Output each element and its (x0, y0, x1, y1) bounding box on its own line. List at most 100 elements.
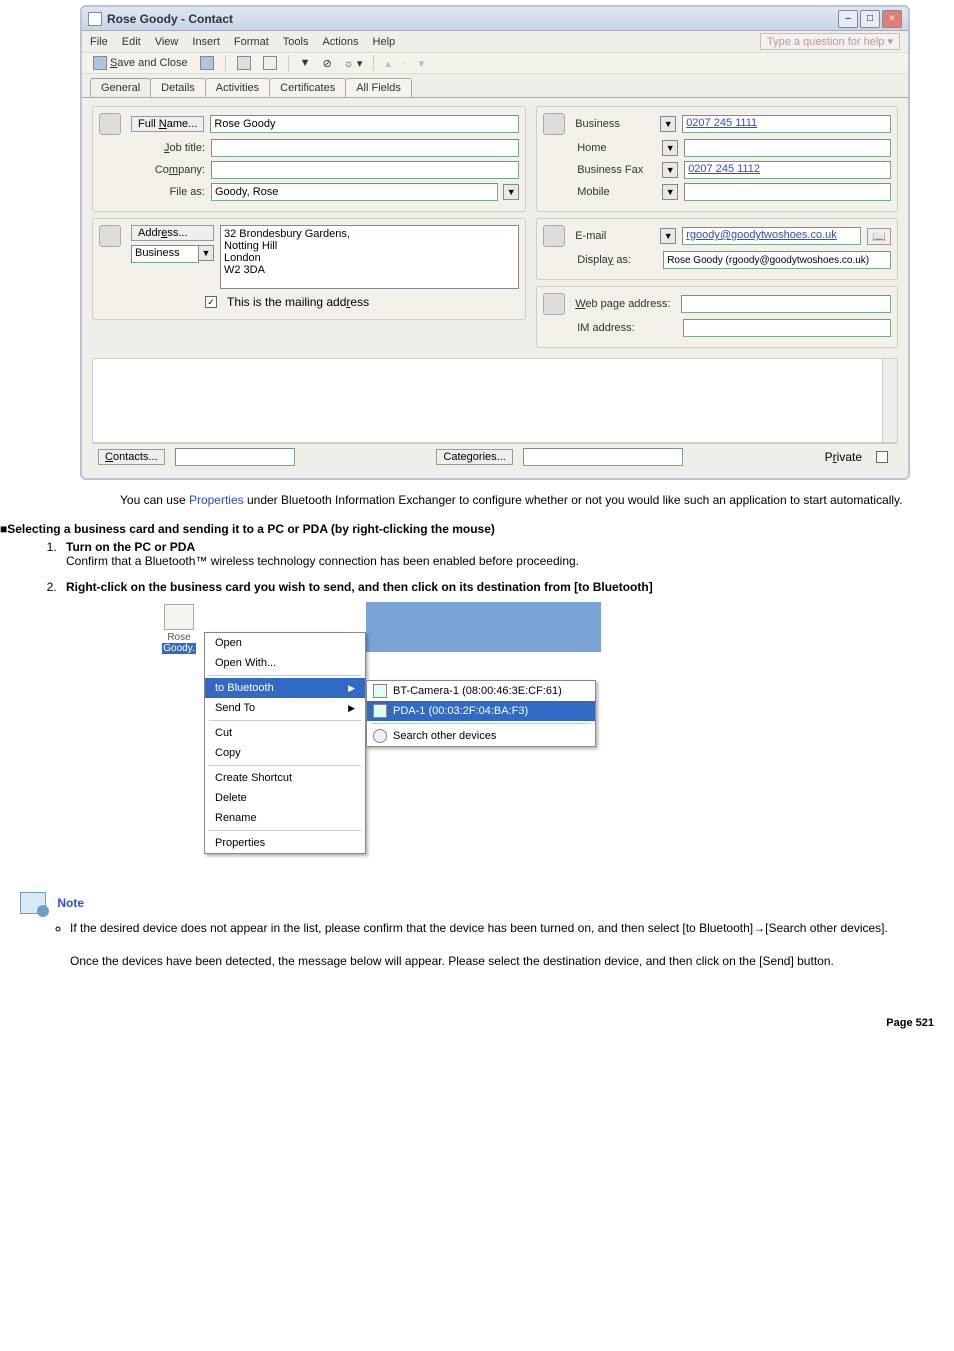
nav-up[interactable]: ▴ (382, 56, 394, 71)
icon-label-line1: Rose (167, 632, 190, 643)
mi-tobluetooth[interactable]: to Bluetooth▶ (205, 678, 365, 698)
fileas-label: File as: (133, 186, 205, 198)
categories-field[interactable] (523, 448, 683, 466)
tab-details[interactable]: Details (150, 78, 206, 97)
fullname-field[interactable] (210, 115, 519, 133)
contacts-field[interactable] (175, 448, 295, 466)
home-label: Home (577, 142, 657, 154)
mi-delete[interactable]: Delete (205, 788, 365, 808)
vcard-desktop-icon[interactable]: Rose Goody. (156, 604, 202, 654)
menu-edit[interactable]: Edit (122, 36, 141, 48)
vcard-icon (164, 604, 194, 630)
step1-title: Turn on the PC or PDA (66, 540, 954, 554)
menu-format[interactable]: Format (234, 36, 269, 48)
jobtitle-label: Job title: (133, 142, 205, 154)
fileas-field[interactable] (211, 183, 498, 201)
smi-search[interactable]: Search other devices (367, 726, 595, 746)
attach-button[interactable] (260, 55, 280, 71)
displayas-field[interactable] (663, 251, 891, 269)
maximize-button[interactable]: □ (860, 10, 880, 28)
bfax-dd[interactable]: ▼ (662, 162, 678, 178)
business-dd[interactable]: ▼ (660, 116, 676, 132)
tab-activities[interactable]: Activities (205, 78, 270, 97)
properties-link[interactable]: Properties (189, 493, 244, 507)
save-close-button[interactable]: Save and Close (90, 55, 191, 71)
home-field[interactable] (684, 139, 891, 157)
chevron-right-icon: ▶ (348, 683, 355, 694)
private-checkbox[interactable] (876, 451, 888, 463)
close-button[interactable]: × (882, 10, 902, 28)
step2-title: Right-click on the business card you wis… (66, 580, 954, 594)
addrtype-field[interactable]: Business (131, 245, 199, 263)
tab-allfields[interactable]: All Fields (345, 78, 412, 97)
device-icon (373, 684, 387, 698)
mi-rename[interactable]: Rename (205, 808, 365, 828)
email-field[interactable]: rgoody@goodytwoshoes.co.uk (682, 227, 861, 245)
bfax-label: Business Fax (577, 164, 657, 176)
menu-actions[interactable]: Actions (322, 36, 358, 48)
web-field[interactable] (681, 295, 891, 313)
notes-area[interactable] (92, 358, 898, 443)
home-dd[interactable]: ▼ (662, 140, 678, 156)
selection-backdrop (366, 602, 601, 652)
tabstrip: General Details Activities Certificates … (82, 74, 908, 98)
notes-scrollbar[interactable] (882, 359, 897, 442)
mi-sendto[interactable]: Send To▶ (205, 698, 365, 718)
minimize-button[interactable]: – (838, 10, 858, 28)
address-field[interactable]: 32 Brondesbury Gardens, Notting Hill Lon… (220, 225, 519, 289)
print-icon (237, 56, 251, 70)
mailing-checkbox[interactable]: ✓ (205, 296, 217, 308)
mi-cut[interactable]: Cut (205, 723, 365, 743)
search-icon (373, 729, 387, 743)
menu-help[interactable]: Help (373, 36, 396, 48)
mobile-field[interactable] (684, 183, 891, 201)
contacts-button[interactable]: Contacts... (98, 449, 165, 465)
mi-open[interactable]: Open (205, 633, 365, 653)
mi-properties[interactable]: Properties (205, 833, 365, 853)
block-button[interactable]: ⊘ (320, 56, 335, 71)
mi-openwith[interactable]: Open With... (205, 653, 365, 673)
fullname-button[interactable]: Full Name... (131, 116, 204, 132)
nav-down[interactable]: ▾ (416, 56, 428, 71)
steps-list: Turn on the PC or PDA Confirm that a Blu… (60, 540, 954, 872)
note-list: If the desired device does not appear in… (70, 920, 954, 969)
icon-label-line2: Goody. (162, 643, 196, 654)
help-placeholder: Type a question for help (767, 36, 884, 48)
nav-dot[interactable]: · (400, 56, 410, 70)
flag-button[interactable]: ▼ (297, 56, 314, 70)
menu-tools[interactable]: Tools (283, 36, 309, 48)
menu-file[interactable]: File (90, 36, 108, 48)
web-label: Web page address: (575, 298, 675, 310)
house-icon (99, 225, 121, 247)
menubar: File Edit View Insert Format Tools Actio… (82, 31, 908, 52)
menu-insert[interactable]: Insert (192, 36, 220, 48)
addressbook-button[interactable]: 📖 (867, 228, 891, 245)
phone-icon (543, 113, 565, 135)
address-button[interactable]: Address... (131, 225, 214, 241)
step1-body: Confirm that a Bluetooth™ wireless techn… (66, 554, 954, 568)
company-field[interactable] (211, 161, 519, 179)
smi-btcamera[interactable]: BT-Camera-1 (08:00:46:3E:CF:61) (367, 681, 595, 701)
print-button[interactable] (234, 55, 254, 71)
more-button[interactable]: ☼ ▾ (341, 56, 366, 71)
phone-block: Business ▼ 0207 245 1111 Home▼ Business … (536, 106, 898, 212)
fileas-dropdown[interactable]: ▼ (503, 184, 519, 200)
tab-general[interactable]: General (90, 78, 151, 97)
bfax-field[interactable]: 0207 245 1112 (684, 161, 891, 179)
help-search[interactable]: Type a question for help ▾ (760, 33, 900, 50)
addrtype-dd[interactable]: ▼ (198, 245, 214, 261)
mailing-label: This is the mailing address (227, 295, 369, 309)
business-field[interactable]: 0207 245 1111 (682, 115, 891, 133)
smi-pda1[interactable]: PDA-1 (00:03:2F:04:BA:F3) (367, 701, 595, 721)
contact-head-icon (99, 113, 121, 135)
categories-button[interactable]: Categories... (436, 449, 512, 465)
email-dd[interactable]: ▼ (660, 228, 676, 244)
menu-view[interactable]: View (155, 36, 179, 48)
mobile-dd[interactable]: ▼ (662, 184, 678, 200)
save-button[interactable] (197, 55, 217, 71)
im-field[interactable] (683, 319, 891, 337)
mi-createshortcut[interactable]: Create Shortcut (205, 768, 365, 788)
jobtitle-field[interactable] (211, 139, 519, 157)
tab-certificates[interactable]: Certificates (269, 78, 346, 97)
mi-copy[interactable]: Copy (205, 743, 365, 763)
